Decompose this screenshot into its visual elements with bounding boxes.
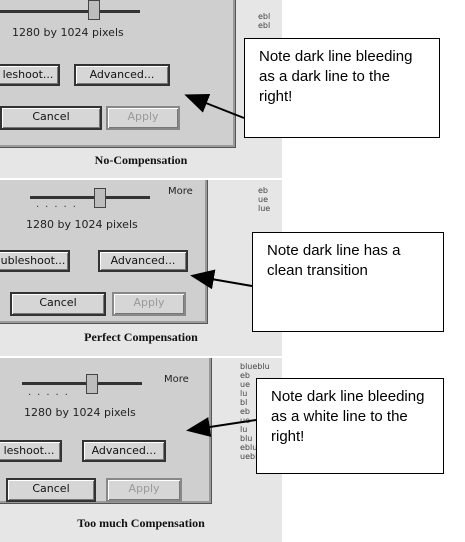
arrow-too-much-compensation: [186, 417, 257, 437]
arrow-perfect-compensation: [190, 269, 253, 290]
pointer-arrows: [184, 94, 257, 437]
arrow-no-compensation: [184, 94, 245, 119]
